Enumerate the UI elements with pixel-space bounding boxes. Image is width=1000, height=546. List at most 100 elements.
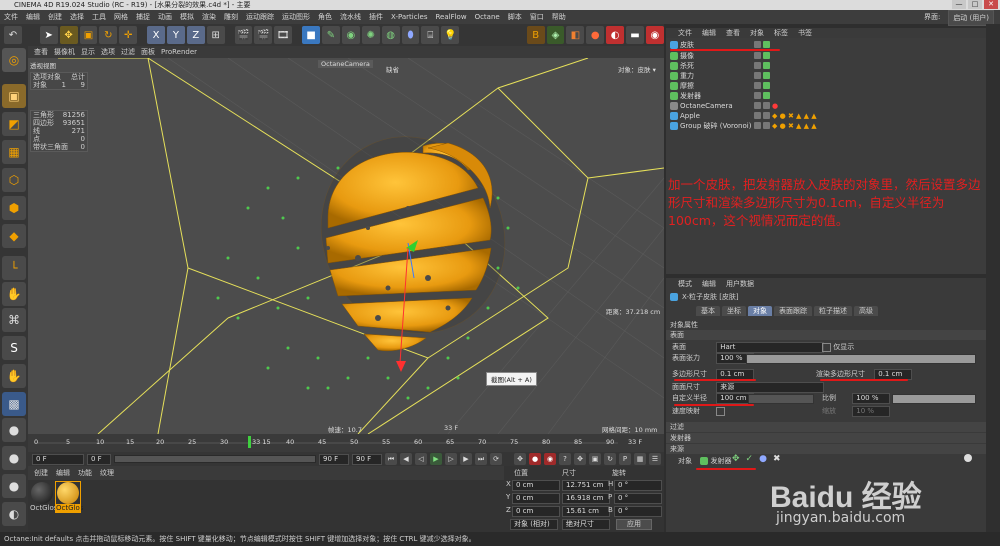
key-rotate-icon[interactable]: ↻: [604, 453, 616, 465]
face-size-select[interactable]: 来源: [716, 382, 825, 393]
array-icon[interactable]: ✺: [361, 26, 380, 44]
om-menu-view[interactable]: 查看: [726, 28, 740, 38]
material-item[interactable]: OctGlos: [30, 482, 57, 512]
drag-icon[interactable]: ✥: [732, 454, 740, 464]
vp-menu-prorender[interactable]: ProRender: [161, 48, 197, 56]
visibility-flags[interactable]: [754, 82, 770, 89]
tweak-icon[interactable]: ✋: [2, 282, 26, 306]
position-x-field[interactable]: 0 cm: [512, 480, 560, 491]
x-axis-icon[interactable]: X: [147, 26, 165, 44]
menu-character[interactable]: 角色: [314, 12, 336, 22]
viewport-camera[interactable]: OctaneCamera: [318, 60, 373, 68]
tab-advanced[interactable]: 高级: [854, 306, 878, 316]
vp-menu-view[interactable]: 查看: [34, 47, 48, 57]
object-tags[interactable]: ◆ ● ✖ ▲ ▲ ▲: [772, 111, 817, 121]
attr-menu-mode[interactable]: 模式: [678, 278, 692, 290]
menu-octane[interactable]: Octane: [471, 13, 504, 21]
z-axis-icon[interactable]: Z: [186, 26, 205, 44]
sphere-tool-2-icon[interactable]: ●: [2, 446, 26, 470]
object-row[interactable]: 摩擦: [666, 81, 986, 91]
go-end-icon[interactable]: ⏭: [475, 453, 487, 465]
size-z-field[interactable]: 15.61 cm: [562, 506, 610, 517]
menu-window[interactable]: 窗口: [526, 12, 548, 22]
visibility-flags[interactable]: [754, 122, 770, 129]
maximize-button[interactable]: □: [968, 0, 982, 9]
key-list-icon[interactable]: ☰: [649, 453, 661, 465]
object-row[interactable]: 杀死: [666, 61, 986, 71]
menu-plugins[interactable]: 插件: [365, 12, 387, 22]
key-scale-icon[interactable]: ▣: [589, 453, 601, 465]
rotate-icon[interactable]: ↻: [99, 26, 118, 44]
pen-icon[interactable]: ✎: [322, 26, 340, 44]
visibility-flags[interactable]: [754, 102, 770, 109]
menu-realflow[interactable]: RealFlow: [431, 13, 470, 21]
grid-icon[interactable]: ▩: [2, 392, 26, 416]
coordinate-system-icon[interactable]: ⊞: [206, 26, 225, 44]
camera-icon[interactable]: ⌸: [421, 26, 440, 44]
points-mode-icon[interactable]: ⬡: [2, 168, 26, 192]
om-menu-tags[interactable]: 标签: [774, 28, 788, 38]
timeline[interactable]: 0 5 10 15 20 25 30 33 15 40 45 50 55 60 …: [28, 434, 664, 452]
tab-basic[interactable]: 基本: [696, 306, 720, 316]
select-arrow-icon[interactable]: ➤: [39, 26, 58, 44]
y-axis-icon[interactable]: Y: [166, 26, 185, 44]
render-picture-icon[interactable]: 🎬: [254, 26, 273, 44]
object-tags[interactable]: ●: [772, 101, 778, 111]
edges-mode-icon[interactable]: ⬢: [2, 196, 26, 220]
visibility-flags[interactable]: [754, 41, 770, 48]
attr-menu-edit[interactable]: 编辑: [702, 278, 716, 290]
key-move-icon[interactable]: ✥: [574, 453, 586, 465]
light-icon[interactable]: 💡: [441, 26, 460, 44]
filter-section-header[interactable]: 过滤: [666, 422, 986, 432]
render-settings-icon[interactable]: 🎞: [274, 26, 293, 44]
octane-camera-icon[interactable]: ◉: [645, 26, 664, 44]
menu-sculpt[interactable]: 雕刻: [220, 12, 242, 22]
vp-menu-filter[interactable]: 过滤: [121, 47, 135, 57]
record-icon[interactable]: ●: [529, 453, 541, 465]
snap-icon[interactable]: ⌘: [2, 308, 26, 332]
visibility-flags[interactable]: [754, 52, 770, 59]
prev-key-icon[interactable]: ◀: [400, 453, 412, 465]
expand-icon[interactable]: [964, 454, 972, 462]
checkmark-icon[interactable]: ✓: [746, 454, 754, 464]
emitter-section-header[interactable]: 发射器: [666, 433, 986, 443]
size-x-field[interactable]: 12.751 cm: [562, 480, 610, 491]
custom-radius-slider[interactable]: [748, 394, 814, 404]
visibility-flags[interactable]: [754, 72, 770, 79]
om-menu-file[interactable]: 文件: [678, 28, 692, 38]
sphere-icon[interactable]: ●: [759, 454, 767, 464]
object-row[interactable]: 重力: [666, 71, 986, 81]
render-view-icon[interactable]: 🎬: [234, 26, 253, 44]
rotation-h-field[interactable]: 0 °: [614, 480, 662, 491]
position-y-field[interactable]: 0 cm: [512, 493, 560, 504]
tab-coordinates[interactable]: 坐标: [722, 306, 746, 316]
remove-icon[interactable]: ✖: [773, 454, 781, 464]
menu-simulate[interactable]: 模拟: [176, 12, 198, 22]
tab-particle-description[interactable]: 粒子描述: [814, 306, 852, 316]
material-menu-function[interactable]: 功能: [78, 468, 92, 478]
rotation-p-field[interactable]: 0 °: [614, 493, 662, 504]
surface-select[interactable]: Hart: [716, 342, 825, 353]
key-param-icon[interactable]: P: [619, 453, 631, 465]
sphere-tool-3-icon[interactable]: ●: [2, 474, 26, 498]
plugin-b-icon[interactable]: B: [526, 26, 545, 44]
ratio-field[interactable]: 100 %: [852, 393, 891, 404]
minimize-button[interactable]: —: [952, 0, 966, 9]
object-row[interactable]: Group 破碎 (Voronoi) .1 ◆ ● ✖ ▲ ▲ ▲: [666, 121, 986, 131]
object-row[interactable]: 发射器: [666, 91, 986, 101]
material-menu-create[interactable]: 创建: [34, 468, 48, 478]
start-frame-field[interactable]: 0 F: [32, 453, 84, 465]
octane-settings-icon[interactable]: ▬: [626, 26, 644, 44]
rotation-b-field[interactable]: 0 °: [614, 506, 662, 517]
sphere-tool-4-icon[interactable]: ◐: [2, 502, 26, 526]
texture-mode-icon[interactable]: ◩: [2, 112, 26, 136]
menu-select[interactable]: 选择: [66, 12, 88, 22]
environment-icon[interactable]: ⬮: [401, 26, 420, 44]
visibility-flags[interactable]: [754, 112, 770, 119]
visibility-flags[interactable]: [754, 62, 770, 69]
menu-tools[interactable]: 工具: [88, 12, 110, 22]
plugin-box-icon[interactable]: ◧: [566, 26, 585, 44]
source-section-header[interactable]: 来源: [666, 444, 986, 454]
loop-icon[interactable]: ⟳: [490, 453, 502, 465]
next-key-icon[interactable]: ▶: [460, 453, 472, 465]
